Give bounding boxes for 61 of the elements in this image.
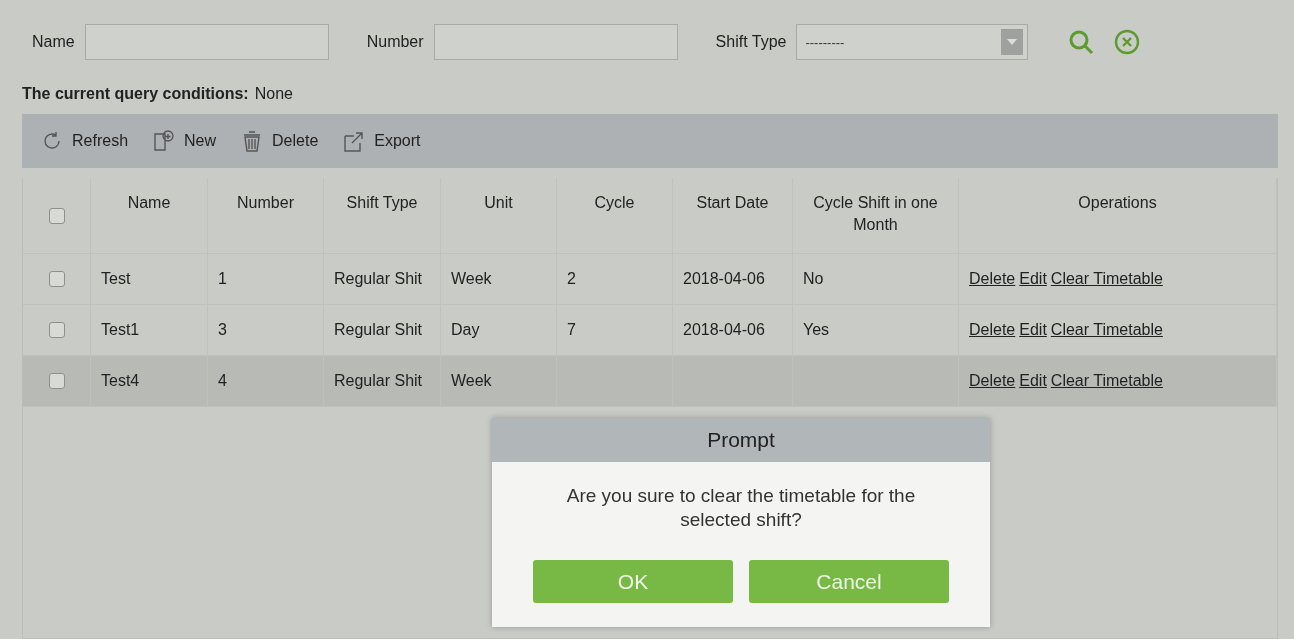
query-conditions-label: The current query conditions:	[22, 85, 249, 103]
table-cell: Regular Shit	[324, 305, 441, 355]
table-cell: Yes	[793, 305, 959, 355]
close-circle-icon	[1114, 29, 1141, 55]
table-row[interactable]: Test4 4 Regular Shit Week Delete Edit Clear Timetable	[23, 356, 1277, 407]
filter-label: Number	[366, 33, 424, 51]
table-cell: Week	[441, 356, 557, 406]
table-cell: Test1	[91, 305, 208, 355]
table-cell: Regular Shit	[324, 356, 441, 406]
operation-link[interactable]: Delete	[969, 268, 1016, 290]
dialog-title: Prompt	[492, 418, 990, 462]
table-row[interactable]: Test 1 Regular Shit Week 2 2018-04-06 No Delete Edit Clear Timetable	[23, 254, 1277, 305]
row-checkbox[interactable]	[48, 373, 65, 389]
operation-link[interactable]: Clear Timetable	[1050, 319, 1163, 341]
operation-link[interactable]: Edit	[1019, 268, 1047, 290]
table-cell: 2	[557, 254, 673, 304]
operation-link[interactable]: Edit	[1019, 370, 1047, 392]
filter-label: Name	[32, 33, 75, 51]
table-cell: 2018-04-06	[673, 254, 793, 304]
row-checkbox[interactable]	[48, 271, 65, 287]
search-icon	[1068, 29, 1095, 55]
table-cell: 3	[208, 305, 324, 355]
operation-link[interactable]: Delete	[969, 370, 1016, 392]
table-cell: No	[793, 254, 959, 304]
table-cell: 4	[208, 356, 324, 406]
operation-link[interactable]: Clear Timetable	[1050, 268, 1163, 290]
operation-link[interactable]: Edit	[1019, 319, 1047, 341]
table-cell: 1	[208, 254, 324, 304]
table-cell: 2018-04-06	[673, 305, 793, 355]
operation-link[interactable]: Delete	[969, 319, 1016, 341]
search-button[interactable]	[1068, 29, 1095, 55]
refresh-button[interactable]: Refresh	[40, 129, 129, 153]
clear-button[interactable]	[1114, 29, 1141, 55]
dialog-message: Are you sure to clear the timetable for the selected shift?	[565, 484, 917, 532]
shift-type-select[interactable]: ---------	[796, 24, 1029, 60]
table-cell: Test4	[91, 356, 208, 406]
column-header: Unit	[441, 178, 557, 253]
column-header: Operations	[959, 178, 1277, 253]
column-header: Cycle	[557, 178, 673, 253]
table-cell: 7	[557, 305, 673, 355]
add-document-icon	[152, 129, 177, 153]
table-cell: Test	[91, 254, 208, 304]
column-header: Name	[91, 178, 208, 253]
filter-input[interactable]	[84, 24, 329, 60]
operation-link[interactable]: Clear Timetable	[1050, 370, 1163, 392]
table-cell: Regular Shit	[324, 254, 441, 304]
filter-input[interactable]	[433, 24, 678, 60]
column-header: Shift Type	[324, 178, 441, 253]
column-header: Number	[208, 178, 324, 253]
table-cell: Day	[441, 305, 557, 355]
caret-icon	[1007, 39, 1018, 45]
row-checkbox[interactable]	[48, 322, 65, 338]
table-cell: Week	[441, 254, 557, 304]
select-all-checkbox[interactable]	[48, 207, 65, 224]
delete-button[interactable]: Delete	[240, 129, 319, 153]
column-header: Cycle Shift in one Month	[793, 178, 959, 253]
new-button[interactable]: New	[152, 129, 217, 153]
query-conditions-value: None	[254, 85, 293, 103]
export-button[interactable]: Export	[342, 129, 421, 153]
filter-label: Shift Type	[715, 33, 787, 51]
column-header: Start Date	[673, 178, 793, 253]
